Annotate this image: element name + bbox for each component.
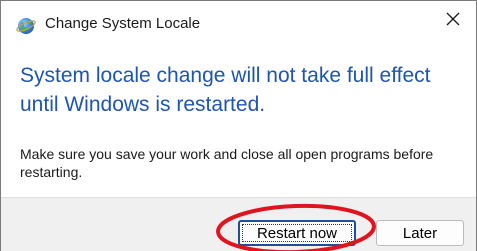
main-instruction: System locale change will not take full … [20, 64, 431, 116]
button-footer: Restart now Later [1, 197, 476, 251]
close-button[interactable] [430, 1, 476, 41]
restart-now-button[interactable]: Restart now [238, 220, 356, 246]
body-text: Make sure you save your work and close a… [20, 146, 434, 180]
later-button[interactable]: Later [376, 220, 464, 246]
window-title: Change System Locale [45, 15, 201, 32]
change-system-locale-dialog: Change System Locale System locale chang… [0, 0, 477, 251]
title-bar: Change System Locale [1, 1, 476, 47]
close-icon [446, 12, 460, 31]
globe-icon [15, 14, 37, 36]
